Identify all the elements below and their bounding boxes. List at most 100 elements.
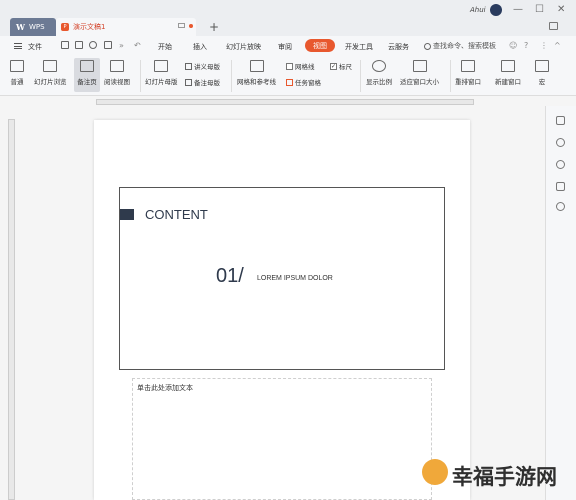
tab-review[interactable]: 审阅 — [278, 42, 292, 52]
right-side-panel — [545, 106, 576, 500]
fit-window-icon — [412, 60, 427, 72]
task-pane-button[interactable]: 任务窗格 — [286, 77, 321, 87]
handout-master-label: 讲义母版 — [194, 63, 220, 71]
gridlines-label: 网格线 — [295, 63, 315, 71]
notes-master-icon — [185, 78, 192, 86]
tab-developer[interactable]: 开发工具 — [345, 42, 373, 52]
minimize-button[interactable]: — — [513, 4, 523, 15]
menu-icon[interactable] — [14, 43, 22, 49]
reading-view-label: 阅读视图 — [104, 78, 130, 86]
presentation-icon: P — [61, 23, 69, 31]
tab-view[interactable]: 视图 — [305, 39, 335, 52]
normal-view-icon — [10, 60, 24, 72]
share-icon[interactable] — [556, 138, 565, 147]
normal-view-button[interactable]: 普通 — [10, 60, 24, 86]
task-pane-label: 任务窗格 — [295, 79, 321, 87]
more-options-icon[interactable]: ⋮ — [540, 41, 548, 50]
new-window-label: 新建窗口 — [495, 78, 521, 86]
notes-placeholder[interactable]: 单击此处添加文本 — [132, 378, 432, 500]
slide-subtitle: LOREM IPSUM DOLOR — [257, 275, 333, 282]
slide-browse-button[interactable]: 幻灯片浏览 — [34, 60, 67, 86]
more-icon[interactable]: » — [119, 41, 124, 50]
tab-home[interactable]: 开始 — [158, 42, 172, 52]
gridlines-checkbox[interactable]: 网格线 — [286, 61, 315, 71]
command-search[interactable]: 查找命令、搜索模板 — [424, 41, 496, 51]
maximize-button[interactable]: ☐ — [535, 4, 544, 15]
grid-guides-button[interactable]: 网格和参考线 — [237, 60, 276, 86]
horizontal-ruler[interactable] — [96, 99, 474, 105]
arrange-window-button[interactable]: 重排窗口 — [455, 60, 481, 86]
notes-page-icon — [80, 60, 94, 72]
slide-master-button[interactable]: 幻灯片母版 — [145, 60, 178, 86]
settings-icon[interactable] — [556, 182, 565, 191]
unsaved-dot-icon — [189, 24, 193, 28]
handout-master-button[interactable]: 讲义母版 — [185, 61, 220, 71]
slide-browse-label: 幻灯片浏览 — [34, 78, 67, 86]
macro-button[interactable]: 宏 — [535, 60, 549, 86]
slide-browse-icon — [43, 60, 58, 72]
ruler-checkbox[interactable]: ✓ 标尺 — [330, 61, 352, 71]
new-window-button[interactable]: 新建窗口 — [495, 60, 521, 86]
vertical-ruler[interactable] — [8, 119, 15, 500]
tab-insert[interactable]: 插入 — [193, 42, 207, 52]
ruler-check-icon: ✓ — [330, 62, 337, 70]
ribbon-divider — [231, 60, 232, 92]
ribbon-divider — [450, 60, 451, 92]
sidebar-toggle-icon[interactable] — [549, 22, 558, 30]
open-icon[interactable] — [61, 41, 69, 49]
notes-placeholder-text: 单击此处添加文本 — [137, 384, 193, 392]
slide-master-label: 幻灯片母版 — [145, 78, 178, 86]
handout-master-icon — [185, 62, 192, 70]
search-icon — [424, 42, 431, 50]
wps-home-tab[interactable]: W WPS — [10, 18, 56, 36]
history-icon[interactable] — [556, 202, 565, 211]
gridlines-check-icon — [286, 62, 293, 70]
preview-icon[interactable] — [89, 41, 97, 49]
wps-tab-label: WPS — [28, 23, 45, 31]
macro-label: 宏 — [538, 78, 546, 86]
save-icon[interactable] — [75, 41, 83, 49]
notes-master-label: 备注母版 — [194, 79, 220, 87]
title-marker-shape — [120, 209, 134, 220]
reading-view-button[interactable]: 阅读视图 — [104, 60, 130, 86]
collapse-ribbon-icon[interactable]: ^ — [554, 41, 561, 50]
notes-page-label: 备注页 — [77, 78, 97, 86]
help-icon[interactable]: ? — [524, 41, 528, 50]
notes-master-button[interactable]: 备注母版 — [185, 77, 220, 87]
feedback-icon[interactable]: ☺ — [509, 41, 517, 50]
slide-title: CONTENT — [145, 207, 208, 222]
undo-icon[interactable]: ↶ — [134, 41, 141, 50]
zoom-label: 显示比例 — [366, 78, 392, 86]
close-button[interactable]: ✕ — [557, 4, 565, 15]
normal-view-label: 普通 — [10, 78, 24, 86]
file-menu[interactable]: 文件 — [28, 42, 42, 52]
zoom-button[interactable]: 显示比例 — [366, 60, 392, 86]
search-text: 查找命令、搜索模板 — [433, 42, 496, 50]
macro-icon — [535, 60, 549, 72]
animation-icon[interactable] — [556, 160, 565, 169]
document-tab[interactable]: P 演示文稿1 — [56, 18, 196, 36]
arrange-window-icon — [461, 60, 475, 72]
wps-logo-icon: W — [16, 22, 25, 32]
slide-thumbnail[interactable]: CONTENT 01/ LOREM IPSUM DOLOR — [119, 187, 445, 370]
print-icon[interactable] — [104, 41, 112, 49]
ruler-label: 标尺 — [339, 63, 352, 71]
fit-window-button[interactable]: 适应窗口大小 — [400, 60, 439, 86]
monitor-icon[interactable] — [178, 23, 185, 28]
slide-master-icon — [154, 60, 169, 72]
watermark-text: 幸福手游网 — [452, 465, 557, 489]
zoom-icon — [372, 60, 386, 72]
notes-page-button[interactable]: 备注页 — [74, 58, 100, 92]
ribbon: 普通 幻灯片浏览 备注页 阅读视图 幻灯片母版 讲义母版 备注母版 网格和参考线… — [0, 56, 576, 96]
reading-view-icon — [110, 60, 124, 72]
arrange-window-label: 重排窗口 — [455, 78, 481, 86]
tab-slideshow[interactable]: 幻灯片放映 — [226, 42, 261, 52]
user-name[interactable]: Ahui — [470, 6, 486, 14]
avatar[interactable] — [490, 4, 502, 16]
tab-cloud[interactable]: 云服务 — [388, 42, 409, 52]
new-window-icon — [501, 60, 515, 72]
task-pane-icon — [286, 78, 293, 86]
slide-number-text: 01/ — [216, 265, 244, 287]
copy-icon[interactable] — [556, 116, 565, 125]
new-tab-button[interactable]: + — [209, 20, 219, 34]
